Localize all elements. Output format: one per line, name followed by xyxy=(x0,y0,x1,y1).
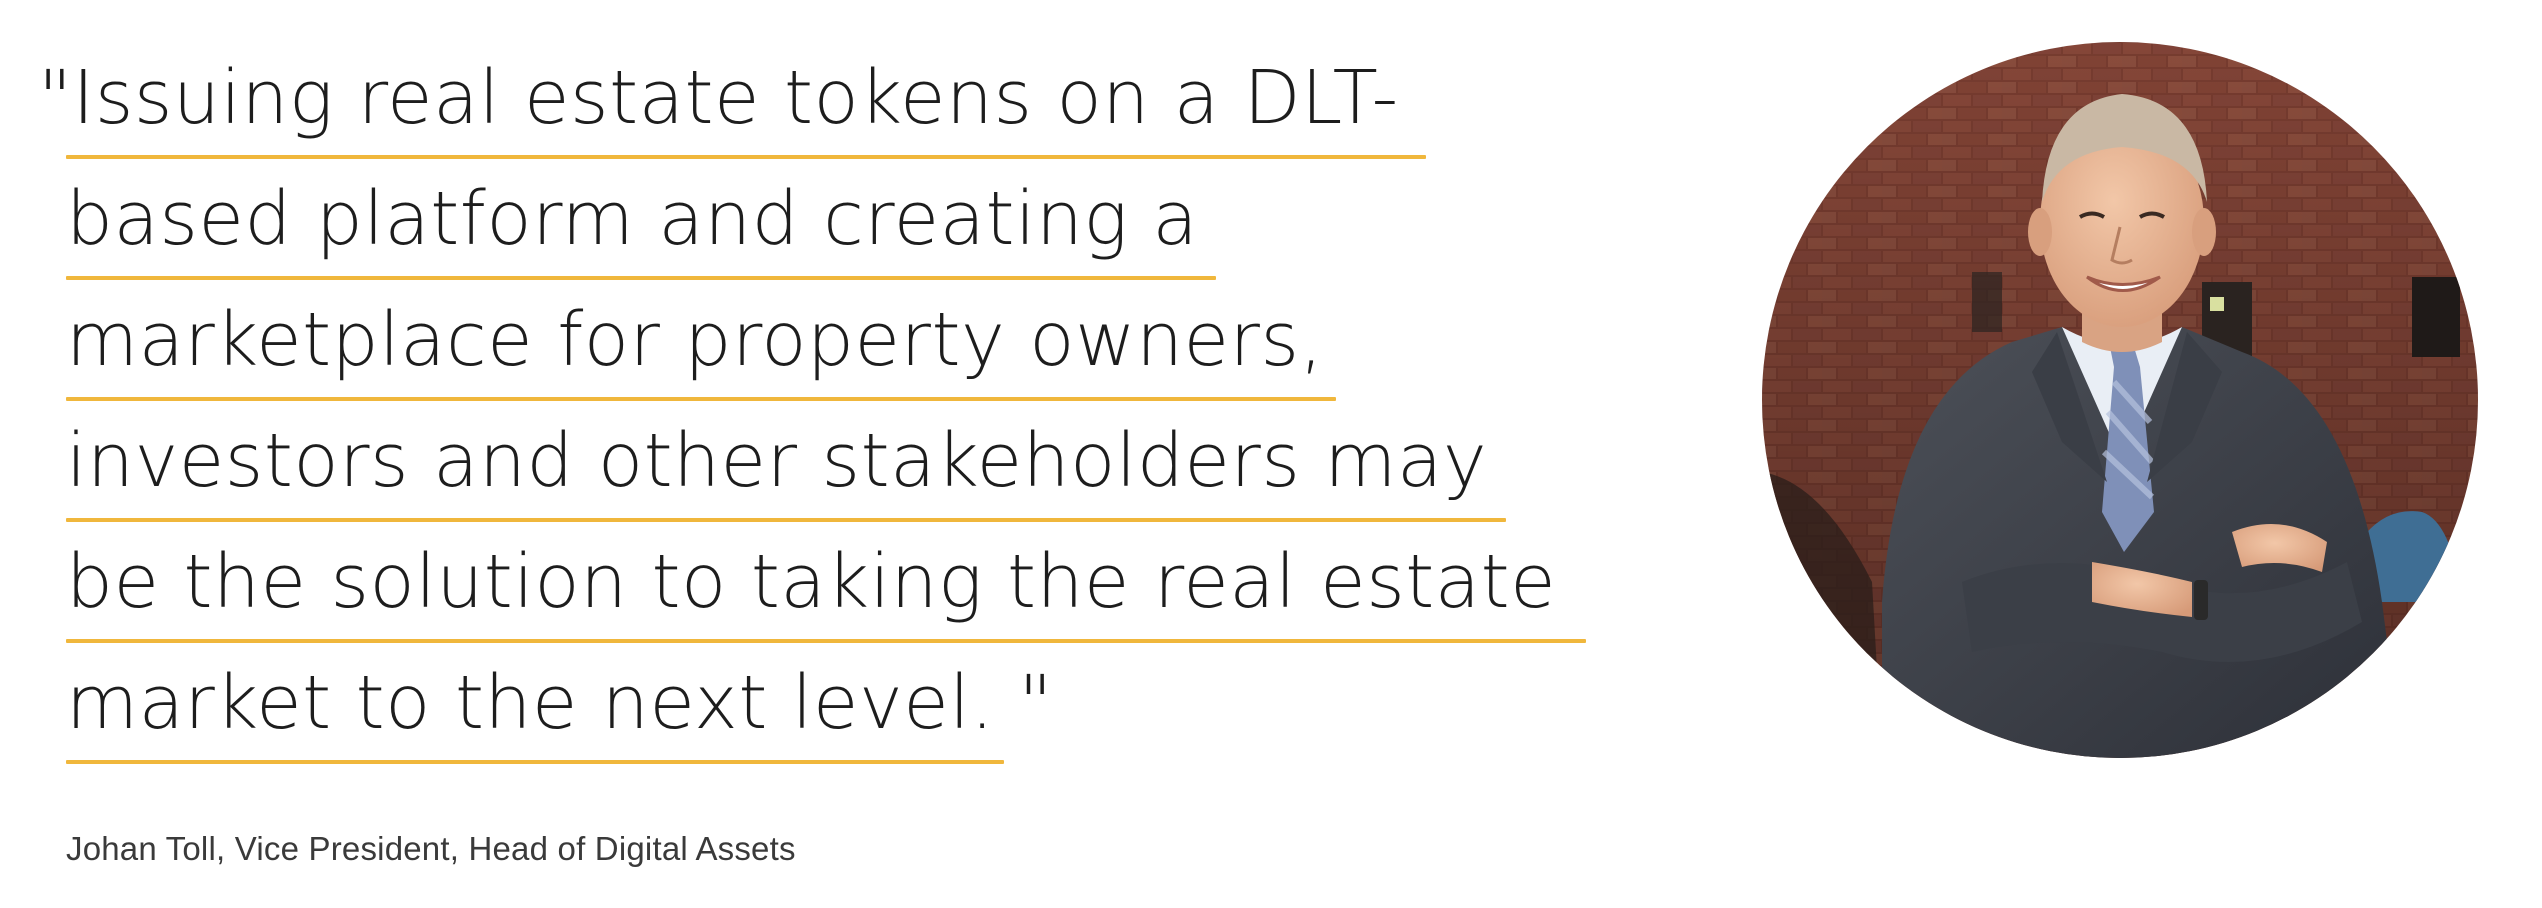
quote-line-3: marketplace for property owners, xyxy=(38,290,1678,411)
quote-underline-3 xyxy=(66,397,1336,401)
quote-underline-4 xyxy=(66,518,1506,522)
person-portrait-icon xyxy=(1762,42,2478,758)
quote-line-1: "Issuing real estate tokens on a DLT- xyxy=(38,48,1678,169)
quote-text-line-4: investors and other stakeholders may xyxy=(66,418,1488,504)
quote-text-line-2: based platform and creating a xyxy=(66,176,1199,262)
quote-underline-2 xyxy=(66,276,1216,280)
quote-attribution: Johan Toll, Vice President, Head of Digi… xyxy=(66,830,796,867)
quote-line-2: based platform and creating a xyxy=(38,169,1678,290)
quote-text-line-3: marketplace for property owners, xyxy=(66,297,1324,383)
quote-underline-1 xyxy=(66,155,1426,159)
quote-underline-6 xyxy=(66,760,1004,764)
quote-line-4: investors and other stakeholders may xyxy=(38,411,1678,532)
quote-underline-5 xyxy=(66,639,1586,643)
quote-text-line-5: be the solution to taking the real estat… xyxy=(66,539,1557,625)
quote-text-line-6: market to the next level. " xyxy=(66,660,1053,746)
portrait-photo xyxy=(1762,42,2478,758)
quote-text-line-1: "Issuing real estate tokens on a DLT- xyxy=(38,55,1399,141)
quote-block: "Issuing real estate tokens on a DLT- ba… xyxy=(38,48,1678,774)
quote-line-5: be the solution to taking the real estat… xyxy=(38,532,1678,653)
quote-line-6: market to the next level. " xyxy=(38,653,1678,774)
